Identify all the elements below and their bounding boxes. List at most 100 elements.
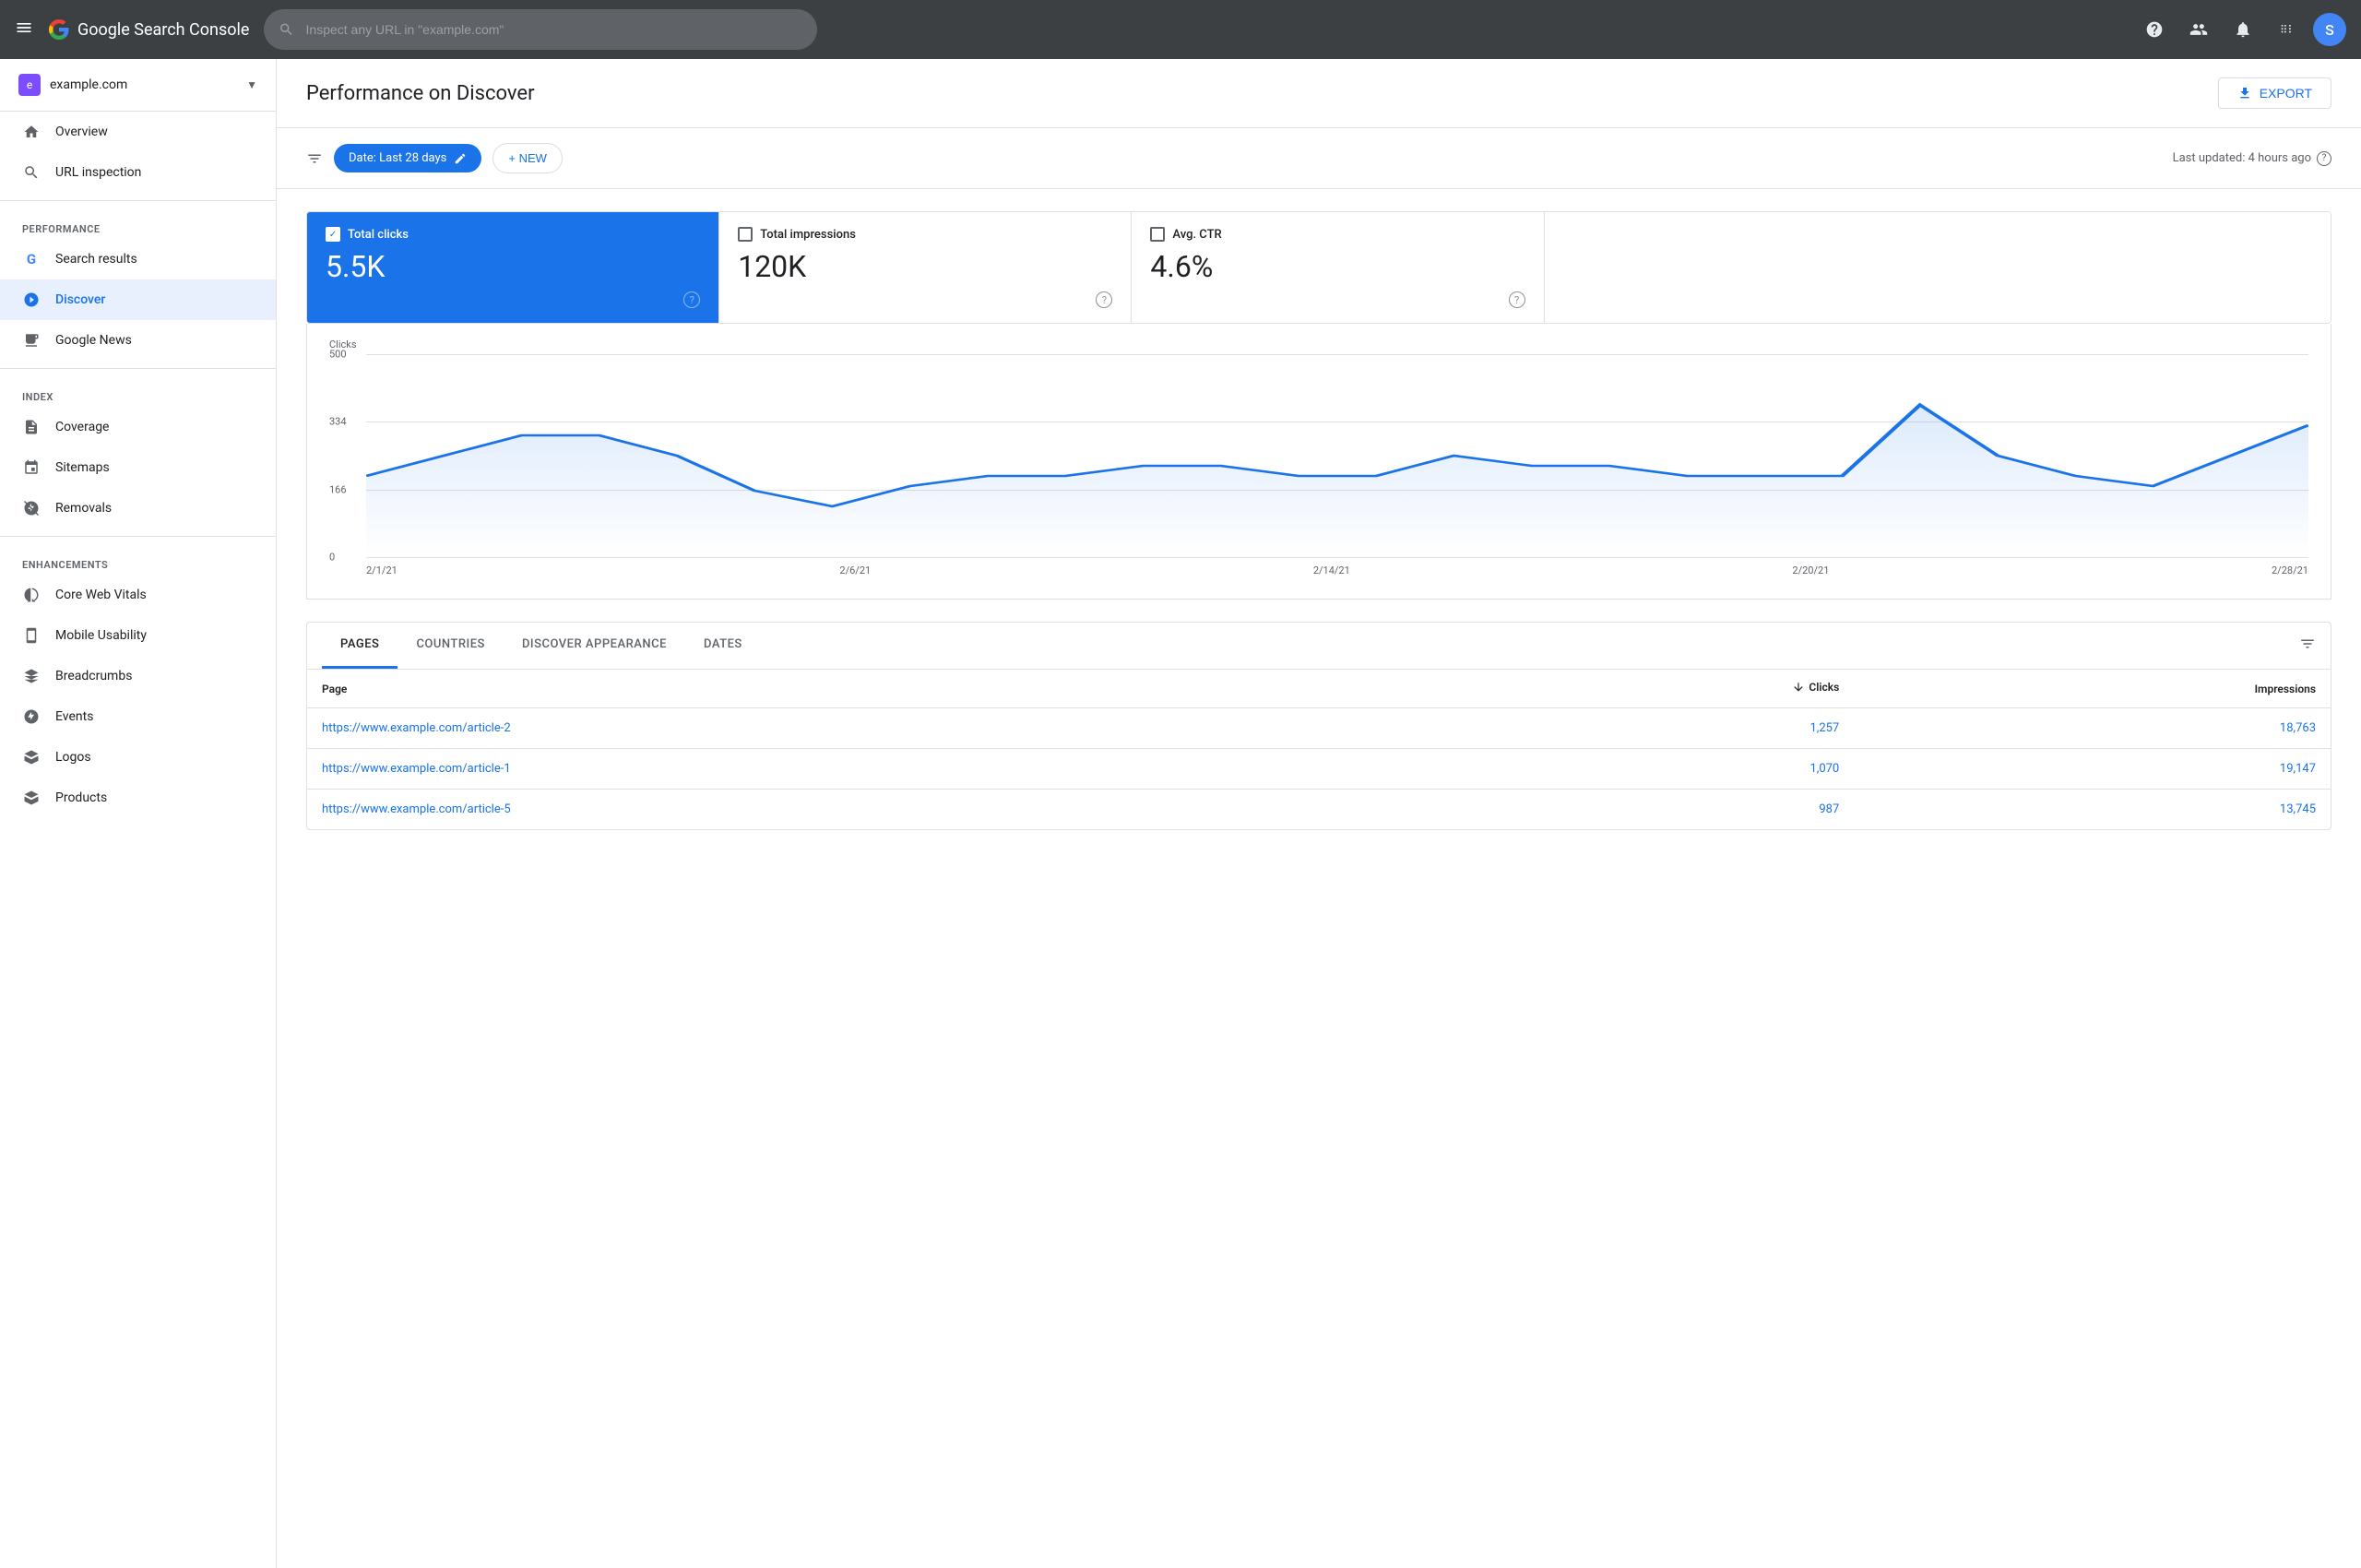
sidebar-item-sitemaps-label: Sitemaps xyxy=(55,460,110,475)
sidebar-item-events[interactable]: Events xyxy=(0,696,276,737)
dropdown-arrow-icon: ▼ xyxy=(246,78,257,91)
sidebar-item-logos-label: Logos xyxy=(55,750,91,765)
sidebar-item-products[interactable]: Products xyxy=(0,778,276,818)
metric-ctr-info-icon[interactable]: ? xyxy=(1509,291,1525,308)
sidebar-item-removals[interactable]: Removals xyxy=(0,488,276,529)
metric-clicks-info-icon[interactable]: ? xyxy=(683,291,700,308)
data-table: Page Clicks Impressions https://www.exam… xyxy=(307,670,2331,829)
search-bar[interactable] xyxy=(264,9,817,50)
page-title: Performance on Discover xyxy=(306,82,535,105)
new-filter-button[interactable]: + NEW xyxy=(492,143,563,173)
app-name: Google Search Console xyxy=(77,20,249,40)
sidebar-item-removals-label: Removals xyxy=(55,501,112,516)
metric-impressions-value: 120K xyxy=(738,249,1112,284)
sidebar-item-breadcrumbs[interactable]: Breadcrumbs xyxy=(0,656,276,696)
sidebar: e example.com ▼ Overview URL inspection … xyxy=(0,59,277,1568)
page-url-2[interactable]: https://www.example.com/article-1 xyxy=(307,749,1453,790)
help-icon[interactable] xyxy=(2136,11,2173,48)
metrics-row: ✓ Total clicks 5.5K ? Total impressions … xyxy=(306,211,2331,324)
filter-icon xyxy=(306,150,323,167)
notifications-icon[interactable] xyxy=(2225,11,2261,48)
filter-bar: Date: Last 28 days + NEW Last updated: 4… xyxy=(277,128,2361,189)
sidebar-item-products-label: Products xyxy=(55,790,107,805)
sidebar-item-google-news-label: Google News xyxy=(55,333,132,348)
sidebar-item-logos[interactable]: Logos xyxy=(0,737,276,778)
tab-discover-appearance[interactable]: DISCOVER APPEARANCE xyxy=(504,623,685,669)
info-icon-small[interactable]: ? xyxy=(2317,151,2331,166)
chart-x-label-3: 2/14/21 xyxy=(1313,564,1350,576)
site-favicon: e xyxy=(18,74,41,96)
sidebar-item-core-web-vitals[interactable]: Core Web Vitals xyxy=(0,575,276,615)
sitemaps-icon xyxy=(22,458,41,477)
sidebar-item-search-results[interactable]: G Search results xyxy=(0,239,276,279)
sidebar-item-search-results-label: Search results xyxy=(55,252,137,267)
topbar-icons: S xyxy=(2136,11,2346,48)
chart-y-label: Clicks xyxy=(329,339,2308,350)
sidebar-item-coverage[interactable]: Coverage xyxy=(0,407,276,447)
chart-area: 500 334 166 0 xyxy=(329,354,2308,557)
search-input[interactable] xyxy=(306,22,803,37)
table-row: https://www.example.com/article-1 1,070 … xyxy=(307,749,2331,790)
tab-pages[interactable]: PAGES xyxy=(322,623,397,669)
metric-avg-ctr[interactable]: Avg. CTR 4.6% ? xyxy=(1132,212,1544,323)
metric-total-clicks[interactable]: ✓ Total clicks 5.5K ? xyxy=(307,212,719,323)
col-clicks[interactable]: Clicks xyxy=(1453,670,1854,708)
coverage-icon xyxy=(22,418,41,436)
tab-dates[interactable]: DATES xyxy=(685,623,761,669)
last-updated: Last updated: 4 hours ago ? xyxy=(2173,151,2331,166)
events-icon xyxy=(22,707,41,726)
user-avatar[interactable]: S xyxy=(2313,13,2346,46)
chart-y-tick-0: 0 xyxy=(329,552,335,564)
site-selector[interactable]: e example.com ▼ xyxy=(0,59,276,112)
index-section-label: Index xyxy=(0,376,276,407)
sidebar-item-events-label: Events xyxy=(55,709,93,724)
sidebar-item-google-news[interactable]: Google News xyxy=(0,320,276,361)
metric-empty xyxy=(1545,212,2331,323)
menu-icon[interactable] xyxy=(15,18,33,42)
home-icon xyxy=(22,123,41,141)
site-name: example.com xyxy=(50,77,237,92)
col-page: Page xyxy=(307,670,1453,708)
export-label: EXPORT xyxy=(2260,86,2312,101)
impressions-3: 13,745 xyxy=(1854,790,2331,830)
chart-x-label-4: 2/20/21 xyxy=(1792,564,1829,576)
clicks-3: 987 xyxy=(1453,790,1854,830)
metric-total-impressions[interactable]: Total impressions 120K ? xyxy=(719,212,1132,323)
export-button[interactable]: EXPORT xyxy=(2218,77,2331,109)
sidebar-item-sitemaps[interactable]: Sitemaps xyxy=(0,447,276,488)
page-url-3[interactable]: https://www.example.com/article-5 xyxy=(307,790,1453,830)
account-icon[interactable] xyxy=(2180,11,2217,48)
metric-ctr-label: Avg. CTR xyxy=(1172,228,1221,242)
page-header: Performance on Discover EXPORT xyxy=(277,59,2361,128)
table-filter-icon[interactable] xyxy=(2299,636,2316,657)
table-row: https://www.example.com/article-2 1,257 … xyxy=(307,708,2331,749)
chart-y-tick-166: 166 xyxy=(329,483,347,495)
google-icon: G xyxy=(22,250,41,268)
sidebar-item-discover[interactable]: Discover xyxy=(0,279,276,320)
table-row: https://www.example.com/article-5 987 13… xyxy=(307,790,2331,830)
sidebar-item-url-inspection-label: URL inspection xyxy=(55,165,141,180)
news-icon xyxy=(22,331,41,350)
metric-clicks-value: 5.5K xyxy=(326,249,700,284)
metric-checkbox-impressions xyxy=(738,227,753,242)
chart-grid-line-0 xyxy=(366,557,2308,558)
tab-countries[interactable]: COUNTRIES xyxy=(397,623,504,669)
page-url-1[interactable]: https://www.example.com/article-2 xyxy=(307,708,1453,749)
sidebar-item-overview[interactable]: Overview xyxy=(0,112,276,152)
chart-x-labels: 2/1/21 2/6/21 2/14/21 2/20/21 2/28/21 xyxy=(366,564,2308,576)
sidebar-item-url-inspection[interactable]: URL inspection xyxy=(0,152,276,193)
apps-icon[interactable] xyxy=(2269,11,2306,48)
metric-impressions-info-icon[interactable]: ? xyxy=(1096,291,1112,308)
sidebar-item-discover-label: Discover xyxy=(55,292,105,307)
impressions-1: 18,763 xyxy=(1854,708,2331,749)
main-content: Performance on Discover EXPORT Date: Las… xyxy=(277,59,2361,1568)
sidebar-item-mobile-usability[interactable]: Mobile Usability xyxy=(0,615,276,656)
edit-icon xyxy=(454,152,467,165)
date-filter-chip[interactable]: Date: Last 28 days xyxy=(334,144,481,172)
metric-checkbox-clicks: ✓ xyxy=(326,227,340,242)
new-label: + NEW xyxy=(508,151,547,165)
performance-section-label: Performance xyxy=(0,208,276,239)
chart-svg xyxy=(366,354,2308,557)
table-section: PAGES COUNTRIES DISCOVER APPEARANCE DATE… xyxy=(306,622,2331,830)
metric-checkbox-ctr xyxy=(1150,227,1165,242)
